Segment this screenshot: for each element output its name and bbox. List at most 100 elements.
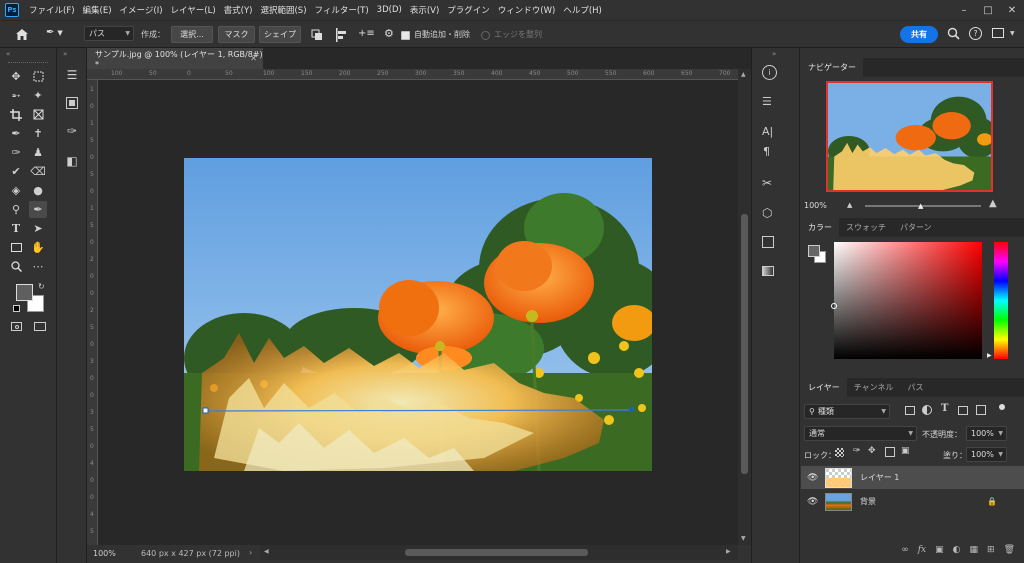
menu-help[interactable]: ヘルプ(H) — [559, 4, 606, 16]
layer-row[interactable]: 👁 背景 🔒 — [801, 490, 1024, 513]
gear-icon[interactable]: ⚙ — [384, 27, 394, 40]
screen-mode-icon[interactable] — [34, 322, 46, 331]
zoom-level[interactable]: 100% — [93, 549, 116, 558]
canvas-image[interactable] — [184, 158, 652, 471]
crop-tool-icon[interactable] — [7, 106, 25, 123]
path-operations-icon[interactable] — [311, 29, 323, 41]
lock-image-icon[interactable]: ✑ — [853, 446, 861, 456]
lock-artboard-icon[interactable] — [885, 447, 895, 457]
document-tab[interactable]: サンプル.jpg @ 100% (レイヤー 1, RGB/8#) * ✕ — [87, 48, 263, 69]
link-layers-icon[interactable]: ∞ — [901, 545, 909, 555]
brush-tool-icon[interactable]: ✑ — [7, 144, 25, 161]
filter-toggle-icon[interactable] — [999, 404, 1005, 410]
pen-mode-select[interactable]: パス ▼ — [84, 26, 134, 41]
eye-icon[interactable]: 👁 — [807, 473, 821, 483]
tab-swatches[interactable]: スウォッチ — [839, 218, 893, 237]
maximize-icon[interactable]: □ — [976, 0, 1000, 20]
character-panel-icon[interactable]: A| — [762, 125, 773, 138]
menu-select[interactable]: 選択範囲(S) — [256, 4, 310, 16]
layer-name[interactable]: 背景 — [860, 496, 876, 507]
zoom-tool-icon[interactable] — [7, 258, 25, 275]
zoom-in-icon[interactable]: ▲ — [989, 198, 997, 209]
minimize-icon[interactable]: – — [952, 0, 976, 20]
swap-colors-icon[interactable]: ↻ — [38, 282, 45, 291]
make-mask-button[interactable]: マスク — [218, 26, 255, 43]
canvas-area[interactable] — [98, 80, 738, 545]
close-icon[interactable]: ✕ — [1000, 0, 1024, 20]
fill-input[interactable]: 100% ▼ — [966, 447, 1007, 462]
tab-close-icon[interactable]: ✕ — [250, 54, 257, 63]
menu-3d[interactable]: 3D(D) — [373, 5, 406, 15]
filter-adjustment-icon[interactable] — [922, 405, 932, 415]
navigator-preview[interactable] — [826, 81, 993, 192]
quick-mask-icon[interactable] — [11, 322, 22, 331]
rectangle-tool-icon[interactable] — [7, 239, 25, 256]
magic-wand-tool-icon[interactable]: ✦ — [29, 87, 47, 104]
libraries-panel-icon[interactable] — [57, 88, 87, 118]
filter-pixel-icon[interactable] — [905, 406, 915, 415]
scroll-up-icon[interactable]: ▲ — [741, 71, 746, 78]
pen-tool-preset-icon[interactable]: ✒ ▼ — [46, 27, 74, 43]
more-tools-icon[interactable]: ⋯ — [29, 258, 47, 275]
3d-panel-icon[interactable]: ⬡ — [762, 206, 772, 220]
clone-stamp-tool-icon[interactable]: ♟ — [29, 144, 47, 161]
tab-color[interactable]: カラー — [801, 218, 839, 237]
menu-plugins[interactable]: プラグイン — [443, 4, 494, 16]
new-adjustment-icon[interactable]: ◐ — [953, 545, 961, 555]
document-info[interactable]: 640 px x 427 px (72 ppi) — [141, 549, 240, 558]
make-shape-button[interactable]: シェイプ — [259, 26, 301, 43]
hue-slider-marker[interactable]: ▶ — [987, 352, 992, 359]
frame-tool-icon[interactable] — [29, 106, 47, 123]
search-icon[interactable] — [947, 27, 961, 41]
filter-type-icon[interactable]: T — [941, 403, 948, 414]
opacity-input[interactable]: 100% ▼ — [966, 426, 1007, 441]
scroll-right-icon[interactable]: ▶ — [726, 548, 731, 555]
collapse-arrows-icon[interactable]: » — [772, 50, 776, 58]
menu-edit[interactable]: 編集(E) — [79, 4, 116, 16]
properties-panel-icon[interactable]: ☰ — [57, 60, 87, 90]
eye-icon[interactable]: 👁 — [807, 497, 821, 507]
collapse-arrows-icon[interactable]: » — [63, 50, 67, 58]
default-colors-icon[interactable] — [13, 305, 20, 312]
menu-file[interactable]: ファイル(F) — [25, 4, 79, 16]
layer-name[interactable]: レイヤー 1 — [860, 472, 899, 483]
blur-tool-icon[interactable]: ● — [29, 182, 47, 199]
paragraph-panel-icon[interactable]: ¶ — [763, 145, 770, 158]
auto-add-delete-checkbox[interactable] — [401, 31, 410, 40]
scroll-down-icon[interactable]: ▼ — [741, 535, 746, 542]
type-tool-icon[interactable]: T — [7, 220, 25, 237]
vertical-scroll-thumb[interactable] — [741, 214, 748, 474]
menu-image[interactable]: イメージ(I) — [116, 4, 167, 16]
filter-smart-object-icon[interactable] — [976, 405, 986, 415]
lasso-tool-icon[interactable]: ➵ — [7, 87, 25, 104]
help-icon[interactable]: ? — [969, 27, 982, 40]
scroll-left-icon[interactable]: ◀ — [264, 548, 269, 555]
collapse-arrows-icon[interactable]: « — [6, 50, 10, 58]
menu-filter[interactable]: フィルター(T) — [311, 4, 373, 16]
lock-transparent-icon[interactable] — [835, 448, 844, 457]
tab-paths[interactable]: パス — [901, 378, 931, 397]
add-mask-icon[interactable]: ▣ — [935, 545, 944, 555]
path-selection-tool-icon[interactable]: ➤ — [29, 220, 47, 237]
workspace-icon[interactable] — [992, 28, 1004, 38]
eyedropper-tool-icon[interactable]: ✒ — [7, 125, 25, 142]
menu-window[interactable]: ウィンドウ(W) — [494, 4, 560, 16]
menu-view[interactable]: 表示(V) — [406, 4, 443, 16]
eraser-tool-icon[interactable]: ⌫ — [29, 163, 47, 180]
home-icon[interactable] — [10, 25, 34, 44]
brushes-panel-icon[interactable]: ✑ — [57, 116, 87, 146]
pen-tool-icon[interactable]: ✒ — [29, 201, 47, 218]
color-picker-cursor[interactable] — [831, 303, 837, 309]
horizontal-scroll-thumb[interactable] — [405, 549, 588, 556]
paint-bucket-tool-icon[interactable]: ◈ — [7, 182, 25, 199]
zoom-out-icon[interactable]: ▲ — [847, 201, 852, 209]
new-group-icon[interactable]: ▦ — [970, 545, 979, 555]
align-edges-checkbox[interactable] — [481, 31, 490, 40]
navigator-zoom-value[interactable]: 100% — [804, 201, 827, 210]
workspace-chevron-icon[interactable]: ▼ — [1010, 30, 1015, 37]
tools-panel-icon[interactable]: ✂ — [762, 176, 772, 190]
marquee-tool-icon[interactable] — [29, 68, 47, 85]
color-fg-swatch[interactable] — [808, 245, 820, 257]
ruler-vertical[interactable]: 1 0 1 5 0 5 0 1 5 0 2 0 0 2 5 0 3 0 0 3 5 0 4 0 0 4 5 — [87, 80, 98, 545]
layer-row[interactable]: 👁 レイヤー 1 — [801, 466, 1024, 489]
